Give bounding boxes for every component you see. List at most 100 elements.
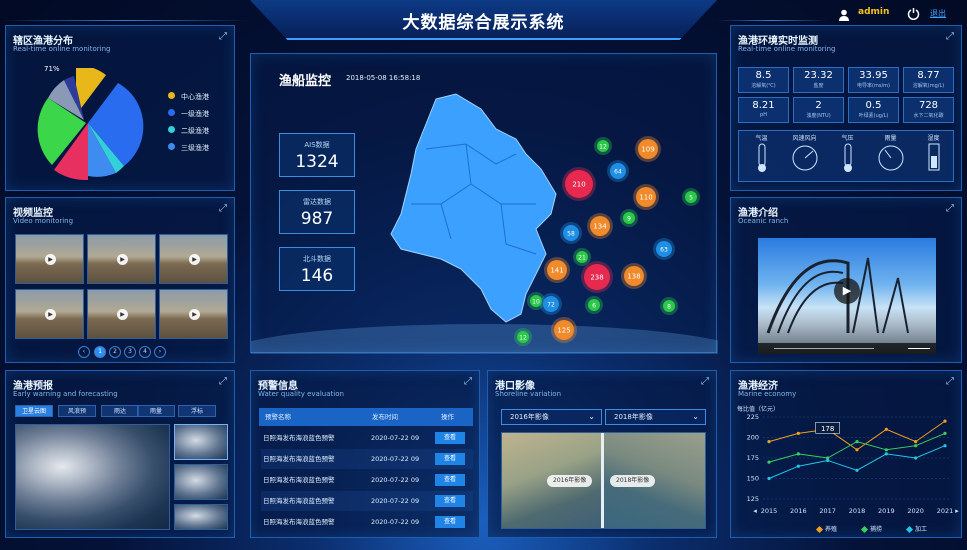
play-icon[interactable]: ▶ bbox=[45, 254, 56, 265]
satellite-thumb[interactable] bbox=[174, 464, 228, 500]
marker-label: 58 bbox=[567, 231, 575, 238]
tab-radar[interactable]: 雨达 bbox=[101, 405, 139, 417]
video-thumbnail[interactable]: ▶ bbox=[87, 289, 156, 339]
data-point[interactable] bbox=[943, 419, 947, 423]
expand-icon[interactable]: ⤢ bbox=[217, 376, 229, 388]
data-point[interactable] bbox=[884, 452, 888, 456]
prev-page-button[interactable]: ‹ bbox=[78, 346, 90, 358]
env-value: 33.95 bbox=[859, 70, 888, 81]
next-page-button[interactable]: › bbox=[154, 346, 166, 358]
vessel-marker[interactable]: 21 bbox=[573, 248, 591, 266]
page-4-button[interactable]: 4 bbox=[139, 346, 151, 358]
data-point[interactable] bbox=[914, 440, 918, 444]
logout-link[interactable]: 退出 bbox=[930, 8, 946, 19]
data-point[interactable] bbox=[943, 431, 947, 435]
vessel-marker[interactable]: 64 bbox=[607, 160, 629, 182]
video-thumbnail[interactable]: ▶ bbox=[159, 234, 228, 284]
video-thumbnail[interactable]: ▶ bbox=[159, 289, 228, 339]
expand-icon[interactable]: ⤢ bbox=[944, 376, 956, 388]
data-point[interactable] bbox=[914, 444, 918, 448]
expand-icon[interactable]: ⤢ bbox=[462, 376, 474, 388]
vessel-marker[interactable]: 141 bbox=[544, 257, 570, 283]
data-point[interactable] bbox=[767, 460, 771, 464]
play-icon[interactable]: ▶ bbox=[117, 254, 128, 265]
vessel-marker[interactable]: 5 bbox=[682, 188, 700, 206]
x-tick-label: 2017 bbox=[819, 507, 836, 515]
vessel-marker[interactable]: 63 bbox=[653, 238, 675, 260]
env-label: 浊度(NTU) bbox=[806, 113, 831, 119]
play-icon[interactable]: ▶ bbox=[45, 309, 56, 320]
progress-bar[interactable] bbox=[774, 348, 874, 349]
left-year-select[interactable]: 2016年影像 ⌄ bbox=[501, 409, 602, 425]
data-point[interactable] bbox=[767, 440, 771, 444]
tab-wave[interactable]: 风浪预 bbox=[58, 405, 96, 417]
view-button[interactable]: 查看 bbox=[435, 432, 465, 444]
video-thumbnail[interactable]: ▶ bbox=[15, 234, 84, 284]
video-thumbnail[interactable]: ▶ bbox=[87, 234, 156, 284]
play-icon[interactable]: ▶ bbox=[189, 309, 200, 320]
data-point[interactable] bbox=[855, 448, 859, 452]
vessel-marker[interactable]: 125 bbox=[551, 317, 577, 343]
vessel-marker[interactable]: 8 bbox=[660, 297, 678, 315]
power-icon[interactable] bbox=[907, 5, 920, 21]
data-point[interactable] bbox=[855, 468, 859, 472]
vessel-marker[interactable]: 72 bbox=[540, 293, 562, 315]
data-point[interactable] bbox=[796, 452, 800, 456]
play-icon[interactable]: ▶ bbox=[834, 278, 860, 304]
play-icon[interactable]: ▶ bbox=[117, 309, 128, 320]
vessel-marker[interactable]: 109 bbox=[635, 136, 661, 162]
data-point[interactable] bbox=[914, 456, 918, 460]
vessel-marker[interactable]: 210 bbox=[562, 167, 596, 201]
view-button[interactable]: 查看 bbox=[435, 453, 465, 465]
data-point[interactable] bbox=[943, 444, 947, 448]
video-thumbnail[interactable]: ▶ bbox=[15, 289, 84, 339]
data-point[interactable] bbox=[884, 448, 888, 452]
legend-label: 加工 bbox=[915, 525, 927, 533]
page-2-button[interactable]: 2 bbox=[109, 346, 121, 358]
env-cell: 2 浊度(NTU) bbox=[793, 97, 844, 123]
expand-icon[interactable]: ⤢ bbox=[699, 376, 711, 388]
view-button[interactable]: 查看 bbox=[435, 516, 465, 528]
data-point[interactable] bbox=[826, 458, 830, 463]
data-point[interactable] bbox=[796, 464, 800, 468]
legend-label: 三级渔港 bbox=[181, 144, 209, 152]
tab-rainfall[interactable]: 雨量 bbox=[137, 405, 175, 417]
expand-icon[interactable]: ⤢ bbox=[217, 203, 229, 215]
data-point[interactable] bbox=[855, 440, 859, 444]
view-button[interactable]: 查看 bbox=[435, 495, 465, 507]
vessel-marker[interactable]: 238 bbox=[581, 261, 613, 293]
env-label: 叶绿素(ug/L) bbox=[858, 113, 889, 119]
legend-item: 二级渔港 bbox=[168, 126, 209, 143]
data-point[interactable] bbox=[884, 427, 888, 431]
satellite-thumb[interactable] bbox=[174, 504, 228, 530]
warning-panel: 预警信息 Water quality evaluation ⤢ 预警名称 发布时… bbox=[250, 370, 480, 538]
view-button[interactable]: 查看 bbox=[435, 474, 465, 486]
vessel-marker[interactable]: 138 bbox=[621, 263, 647, 289]
page-1-button[interactable]: 1 bbox=[94, 346, 106, 358]
expand-icon[interactable]: ⤢ bbox=[217, 31, 229, 43]
marker-label: 64 bbox=[614, 169, 622, 176]
vessel-marker[interactable]: 9 bbox=[620, 209, 638, 227]
vessel-marker[interactable]: 12 bbox=[594, 137, 612, 155]
play-icon[interactable]: ▶ bbox=[189, 254, 200, 265]
expand-icon[interactable]: ⤢ bbox=[944, 203, 956, 215]
chevron-down-icon: ⌄ bbox=[588, 412, 595, 421]
satellite-thumb[interactable] bbox=[174, 424, 228, 460]
tab-satellite[interactable]: 卫星云图 bbox=[15, 405, 53, 417]
chart-prev-arrow[interactable]: ◂ bbox=[753, 507, 757, 515]
data-point[interactable] bbox=[767, 476, 771, 481]
expand-icon[interactable]: ⤢ bbox=[944, 31, 956, 43]
vessel-marker[interactable]: 110 bbox=[633, 184, 659, 210]
intro-video[interactable]: ▶ bbox=[758, 238, 936, 354]
page-3-button[interactable]: 3 bbox=[124, 346, 136, 358]
vessel-marker[interactable]: 6 bbox=[585, 296, 603, 314]
tab-buoy[interactable]: 浮标 bbox=[178, 405, 216, 417]
split-handle[interactable] bbox=[601, 433, 604, 528]
vessel-marker[interactable]: 12 bbox=[514, 328, 532, 346]
right-year-select[interactable]: 2018年影像 ⌄ bbox=[605, 409, 706, 425]
vessel-marker[interactable]: 134 bbox=[587, 213, 613, 239]
data-point[interactable] bbox=[796, 431, 800, 435]
chart-next-arrow[interactable]: ▸ bbox=[955, 507, 959, 515]
volume-bar[interactable] bbox=[908, 348, 930, 349]
vessel-marker[interactable]: 58 bbox=[560, 222, 582, 244]
